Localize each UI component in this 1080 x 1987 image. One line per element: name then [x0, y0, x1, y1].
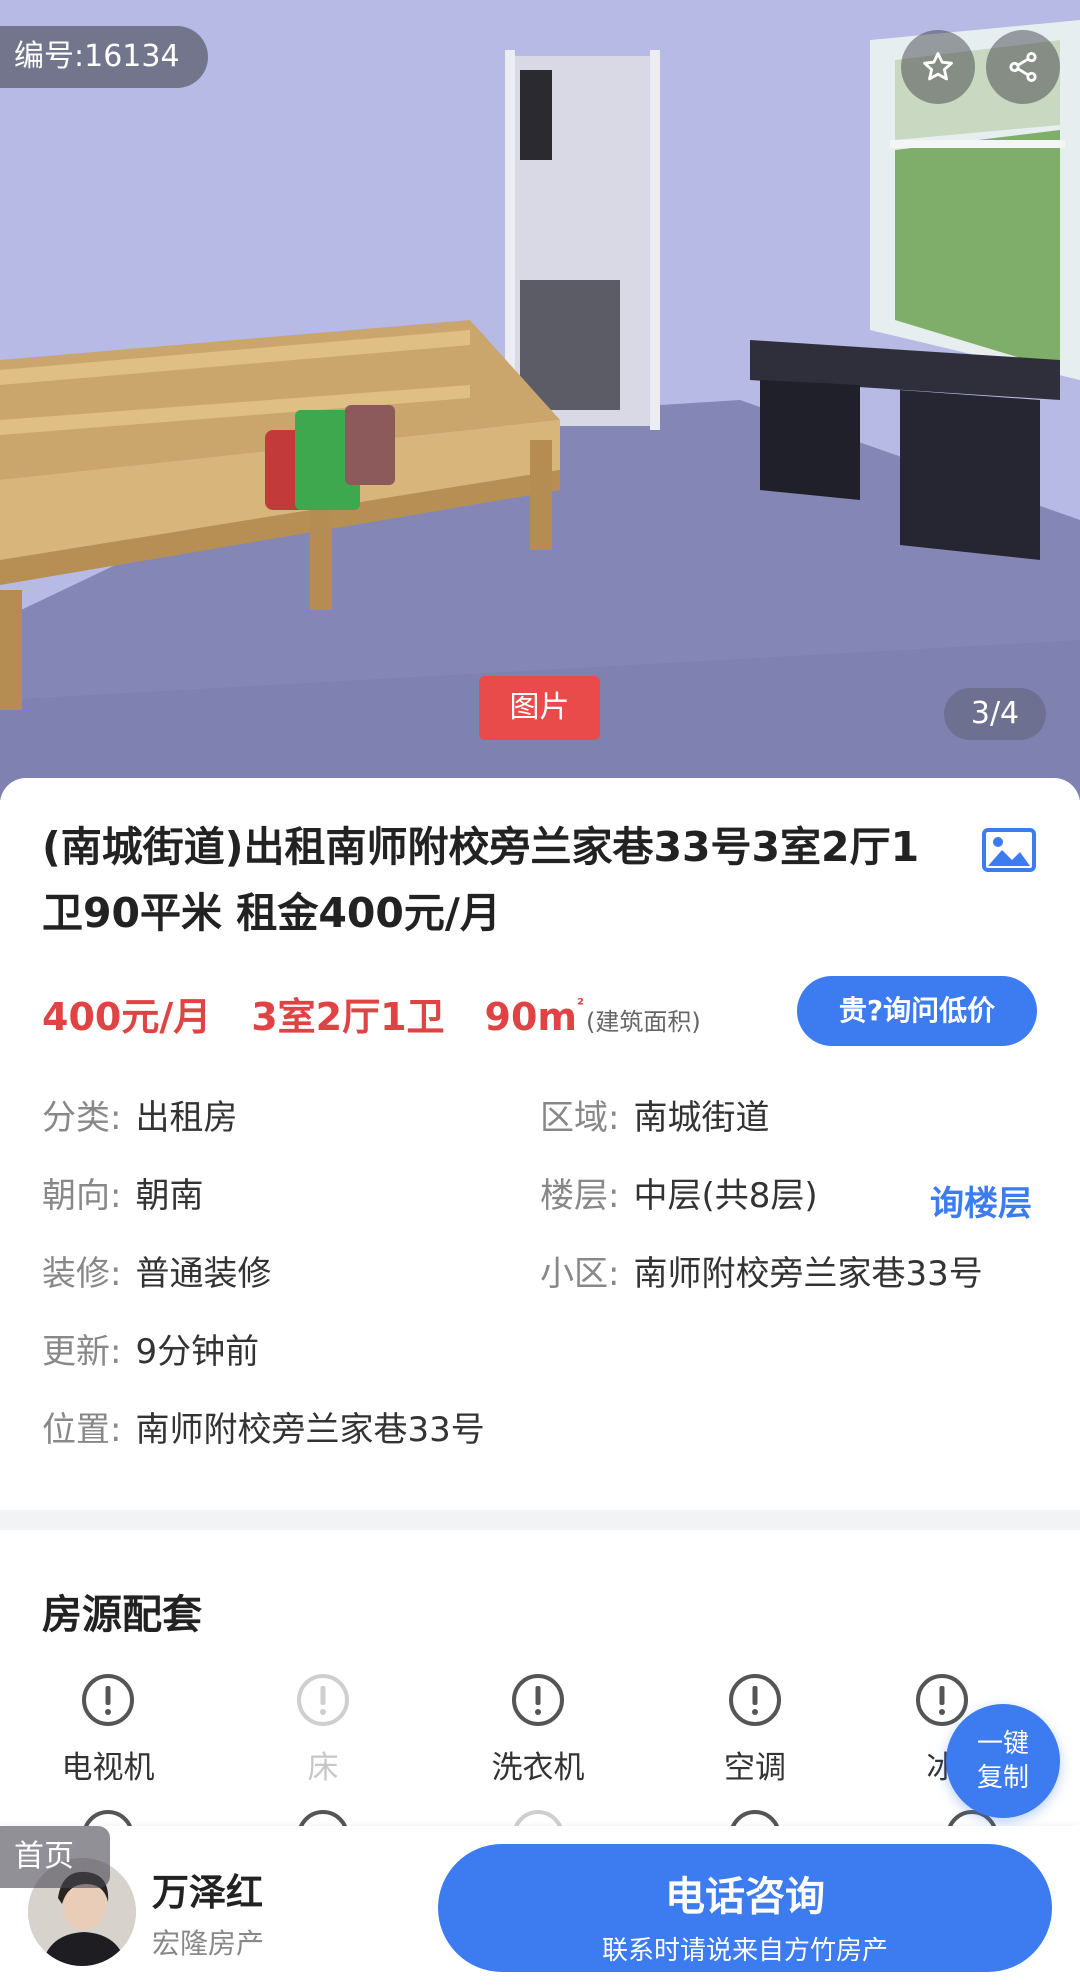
detail-floor: 楼层: 中层(共8层): [540, 1174, 818, 1218]
alert-circle-icon: [82, 1674, 134, 1726]
share-icon: [1009, 51, 1037, 83]
detail-orientation: 朝向: 朝南: [42, 1174, 203, 1218]
detail-value: 9分钟前: [135, 1332, 260, 1372]
call-button-title: 电话咨询: [665, 1874, 825, 1920]
detail-value: 南师附校旁兰家巷33号: [135, 1410, 485, 1450]
section-divider: [0, 1510, 1080, 1530]
detail-value: 朝南: [135, 1176, 204, 1216]
area-unit-sup: ²: [577, 995, 585, 1014]
phone-consult-button[interactable]: 电话咨询 联系时请说来自方竹房产: [438, 1844, 1052, 1972]
copy-button-line2: 复制: [976, 1763, 1029, 1793]
rent-price: 400元/月: [42, 995, 212, 1039]
listing-photo[interactable]: 编号:16134 图片 3/4: [0, 0, 1080, 800]
facilities-title: 房源配套: [42, 1592, 202, 1638]
detail-key: 楼层:: [540, 1176, 620, 1216]
agent-company: 宏隆房产: [152, 1927, 265, 1960]
detail-decoration: 装修: 普通装修: [42, 1252, 271, 1296]
facility-bed: 床: [243, 1672, 403, 1787]
share-button[interactable]: [986, 30, 1060, 104]
facility-tv: 电视机: [28, 1672, 188, 1787]
copy-button-line1: 一键: [976, 1729, 1029, 1759]
facility-ac: 空调: [675, 1672, 835, 1787]
listing-info-card: (南城街道)出租南师附校旁兰家巷33号3室2厅1卫90平米 租金400元/月 4…: [0, 778, 1080, 1510]
home-tag[interactable]: 首页: [0, 1826, 110, 1888]
facility-label: 洗衣机: [491, 1750, 585, 1786]
agent-name: 万泽红: [152, 1871, 263, 1914]
detail-value: 南城街道: [633, 1098, 770, 1138]
detail-key: 分类:: [42, 1098, 122, 1138]
detail-key: 更新:: [42, 1332, 122, 1372]
floor-area: 90m²: [485, 995, 585, 1039]
price-row: 400元/月 3室2厅1卫 90m² (建筑面积): [42, 986, 701, 1042]
detail-key: 朝向:: [42, 1176, 122, 1216]
detail-updated: 更新: 9分钟前: [42, 1330, 259, 1374]
detail-community: 小区: 南师附校旁兰家巷33号: [540, 1252, 1040, 1296]
gallery-icon[interactable]: [982, 828, 1036, 872]
room-layout: 3室2厅1卫: [251, 995, 445, 1039]
alert-circle-icon: [512, 1674, 564, 1726]
detail-category: 分类: 出租房: [42, 1096, 237, 1140]
detail-value: 中层(共8层): [633, 1176, 818, 1216]
detail-key: 装修:: [42, 1254, 122, 1294]
facility-label: 空调: [724, 1750, 786, 1786]
detail-location: 位置: 南师附校旁兰家巷33号: [42, 1408, 485, 1452]
bottom-contact-bar: 首页 万泽红 宏隆房产 电话咨询 联系时请说来自方竹房产: [0, 1826, 1080, 1987]
photo-counter: 3/4: [944, 688, 1046, 740]
ask-floor-link[interactable]: 询楼层: [930, 1176, 1032, 1225]
alert-circle-icon: [297, 1674, 349, 1726]
alert-circle-icon: [729, 1674, 781, 1726]
listing-title: (南城街道)出租南师附校旁兰家巷33号3室2厅1卫90平米 租金400元/月: [42, 823, 920, 937]
detail-value: 出租房: [135, 1098, 238, 1138]
listing-id-badge: 编号:16134: [0, 26, 208, 88]
call-button-subtitle: 联系时请说来自方竹房产: [601, 1936, 888, 1966]
facility-washer: 洗衣机: [458, 1672, 618, 1787]
star-icon: [923, 52, 953, 81]
detail-key: 小区:: [540, 1254, 620, 1294]
detail-value: 南师附校旁兰家巷33号: [633, 1254, 983, 1294]
detail-key: 区域:: [540, 1098, 620, 1138]
detail-region: 区域: 南城街道: [540, 1096, 769, 1140]
facility-label: 电视机: [61, 1750, 155, 1786]
favorite-button[interactable]: [901, 30, 975, 104]
facility-label: 床: [307, 1750, 339, 1786]
area-note: (建筑面积): [586, 1008, 701, 1036]
detail-key: 位置:: [42, 1410, 122, 1450]
photo-tab[interactable]: 图片: [479, 676, 600, 740]
alert-circle-icon: [916, 1674, 968, 1726]
detail-value: 普通装修: [135, 1254, 272, 1294]
one-click-copy-button[interactable]: 一键 复制: [946, 1704, 1060, 1818]
floor-area-value: 90m: [484, 995, 578, 1039]
ask-lower-price-button[interactable]: 贵?询问低价: [797, 976, 1037, 1046]
